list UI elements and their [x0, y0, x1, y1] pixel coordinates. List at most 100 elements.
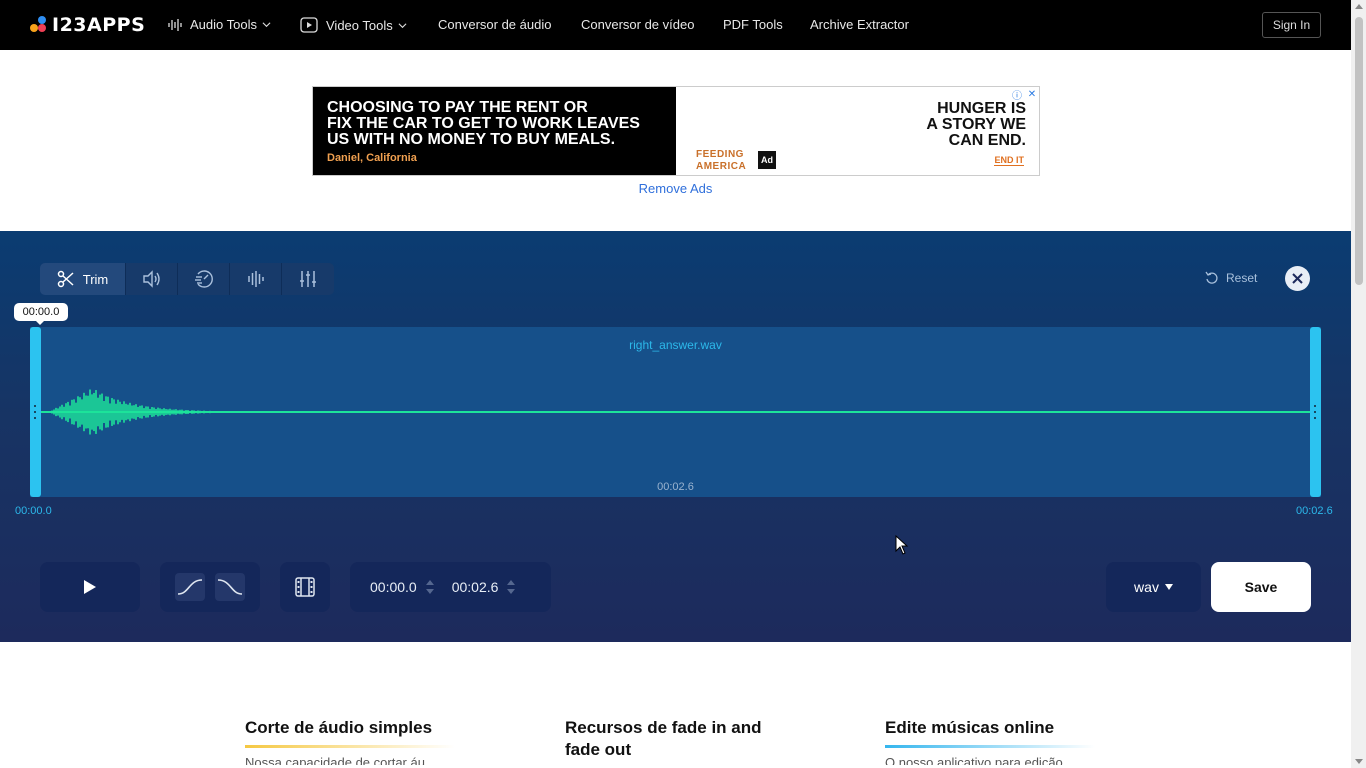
tool-settings[interactable] — [282, 263, 334, 295]
info-icon[interactable]: ⓘ — [1011, 88, 1023, 102]
close-icon — [1292, 273, 1303, 284]
save-button[interactable]: Save — [1211, 562, 1311, 612]
feature-card: Recursos de fade in and fade out — [565, 717, 785, 768]
file-name: right_answer.wav — [629, 338, 722, 352]
chevron-down-icon — [398, 22, 407, 28]
feature-text: O nosso aplicativo para edição — [885, 755, 1063, 765]
scroll-thumb[interactable] — [1355, 17, 1363, 285]
logo[interactable]: I23APPS — [30, 14, 145, 36]
fade-in-icon — [177, 579, 203, 595]
equalizer-icon — [247, 271, 264, 287]
feature-card: Edite músicas online O nosso aplicativo … — [885, 717, 1105, 765]
timeline-start-label: 00:00.0 — [15, 505, 52, 517]
reset-label: Reset — [1226, 271, 1258, 285]
nav-video-tools-label: Video Tools — [326, 17, 393, 33]
start-time-field[interactable]: 00:00.0 — [370, 579, 434, 595]
caret-down-icon — [1164, 584, 1173, 590]
ad-headline-line: CHOOSING TO PAY THE RENT OR — [327, 99, 588, 116]
ad-controls: ⓘ ✕ — [1011, 88, 1038, 102]
end-time-value: 00:02.6 — [451, 579, 499, 595]
nav-pdf-tools[interactable]: PDF Tools — [723, 17, 783, 32]
fade-out-icon — [217, 579, 243, 595]
speed-icon — [194, 270, 213, 288]
trim-mode-button[interactable] — [280, 562, 330, 612]
tool-trim[interactable]: Trim — [40, 263, 126, 295]
remove-ads-link[interactable]: Remove Ads — [0, 181, 1351, 196]
ad-headline-line: FIX THE CAR TO GET TO WORK LEAVES — [327, 115, 640, 132]
ad-sponsor-logo: FEEDING AMERICA — [696, 149, 746, 173]
nav-video-converter[interactable]: Conversor de vídeo — [581, 17, 694, 32]
format-value: wav — [1134, 579, 1159, 595]
feature-accent-bar — [885, 745, 1095, 748]
logo-dots-icon — [30, 15, 50, 35]
chevron-down-icon — [262, 22, 271, 28]
sliders-icon — [300, 271, 316, 287]
play-icon — [84, 580, 96, 594]
tool-volume[interactable] — [126, 263, 178, 295]
feature-accent-bar — [245, 745, 455, 748]
end-time-field[interactable]: 00:02.6 — [452, 579, 516, 595]
waveform-icon — [168, 18, 182, 31]
waveform-area[interactable]: right_answer.wav 00:02.6 — [30, 327, 1321, 497]
close-editor-button[interactable] — [1285, 266, 1310, 291]
feature-title: Corte de áudio simples — [245, 718, 433, 737]
tool-speed[interactable] — [178, 263, 230, 295]
volume-icon — [142, 270, 160, 288]
waveform — [40, 389, 1311, 435]
tool-equalizer[interactable] — [230, 263, 282, 295]
ad-right-line: HUNGER IS — [937, 100, 1026, 117]
playhead-time-tooltip: 00:00.0 — [14, 303, 68, 325]
format-select[interactable]: wav — [1106, 562, 1201, 612]
reset-button[interactable]: Reset — [1205, 271, 1257, 285]
sign-in-button[interactable]: Sign In — [1262, 12, 1321, 38]
editor-toolbar: Trim — [40, 263, 334, 295]
ad-sponsor-line: AMERICA — [696, 161, 747, 172]
nav-audio-converter[interactable]: Conversor de áudio — [438, 17, 551, 32]
scroll-up-icon[interactable] — [1355, 4, 1363, 9]
end-time-stepper[interactable] — [507, 580, 516, 594]
close-icon[interactable]: ✕ — [1026, 88, 1038, 100]
feature-text: Nossa capacidade de cortar áu — [245, 755, 425, 765]
nav-audio-tools-label: Audio Tools — [190, 17, 257, 32]
play-button[interactable] — [40, 562, 140, 612]
feature-card: Corte de áudio simples Nossa capacidade … — [245, 717, 465, 765]
ad-right-line: CAN END. — [948, 132, 1026, 149]
selection-duration: 00:02.6 — [657, 481, 694, 493]
start-time-value: 00:00.0 — [370, 579, 417, 595]
ad-headline: CHOOSING TO PAY THE RENT OR FIX THE CAR … — [327, 100, 640, 148]
logo-text: I23APPS — [52, 14, 146, 36]
scissors-icon — [57, 270, 74, 288]
trim-handle-start[interactable] — [30, 327, 41, 497]
audio-editor: Trim Reset 00:00.0 right_answer.wav 00:0… — [0, 231, 1351, 642]
start-time-stepper[interactable] — [425, 580, 434, 594]
fade-controls — [160, 562, 260, 612]
ad-cta[interactable]: END IT — [994, 155, 1024, 166]
tool-trim-label: Trim — [82, 271, 109, 287]
nav-audio-tools[interactable]: Audio Tools — [168, 17, 279, 32]
timeline-end-label: 00:02.6 — [1296, 505, 1333, 517]
ad-banner[interactable]: CHOOSING TO PAY THE RENT OR FIX THE CAR … — [312, 86, 1040, 176]
video-icon — [300, 17, 318, 33]
page-scrollbar[interactable] — [1351, 0, 1366, 768]
undo-icon — [1205, 271, 1218, 284]
ad-right-headline: HUNGER IS A STORY WE CAN END. — [926, 101, 1026, 149]
feature-title: Recursos de fade in and fade out — [565, 718, 762, 759]
ad-sponsor-line: FEEDING — [696, 149, 744, 160]
nav-archive-extractor[interactable]: Archive Extractor — [810, 17, 909, 32]
mouse-cursor-icon — [895, 535, 909, 555]
trim-handle-end[interactable] — [1310, 327, 1321, 497]
fade-out-button[interactable] — [215, 573, 245, 601]
fade-in-button[interactable] — [175, 573, 205, 601]
top-navbar: I23APPS Audio Tools Video Tools Converso… — [0, 0, 1351, 50]
ad-right-panel: HUNGER IS A STORY WE CAN END. END IT FEE… — [676, 87, 1039, 175]
ad-council-logo: Ad — [758, 151, 776, 169]
ad-right-line: A STORY WE — [926, 116, 1026, 133]
ad-attribution: Daniel, California — [327, 152, 417, 164]
feature-title: Edite músicas online — [885, 718, 1055, 737]
nav-video-tools[interactable]: Video Tools — [300, 17, 415, 33]
ad-headline-line: US WITH NO MONEY TO BUY MEALS. — [327, 131, 616, 148]
time-inputs: 00:00.0 00:02.6 — [350, 562, 551, 612]
scroll-down-icon[interactable] — [1355, 759, 1363, 764]
film-strip-icon — [295, 577, 315, 597]
ad-left-panel: CHOOSING TO PAY THE RENT OR FIX THE CAR … — [313, 87, 676, 175]
